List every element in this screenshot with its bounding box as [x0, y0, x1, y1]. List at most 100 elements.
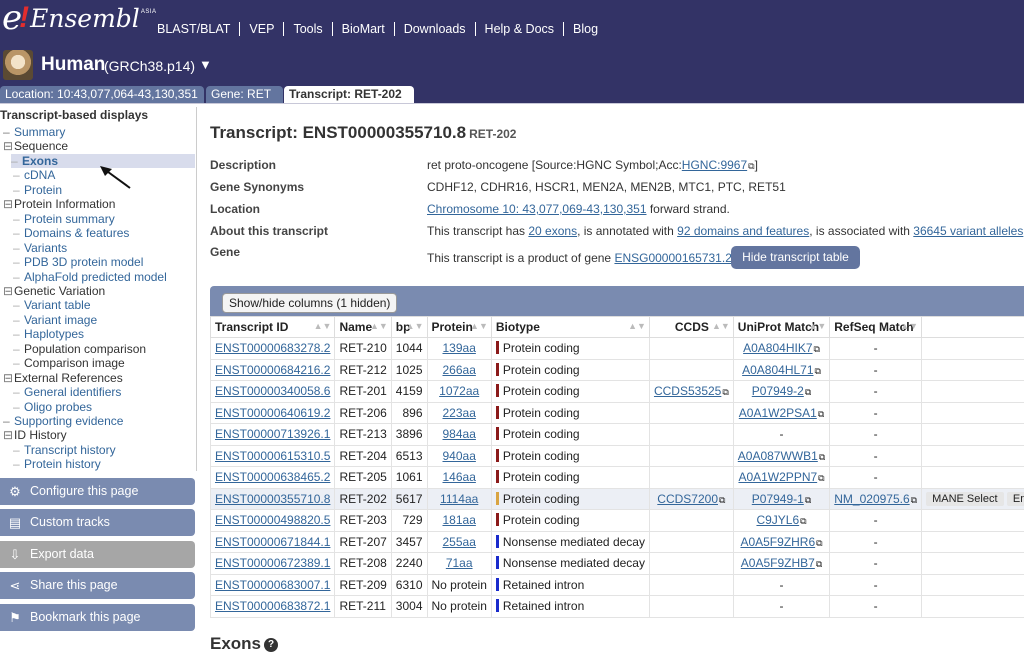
- transcript-id-link[interactable]: ENST00000684216.2: [215, 363, 330, 377]
- sidebar-item-domains-features[interactable]: –Domains & features: [13, 226, 129, 240]
- topnav-downloads[interactable]: Downloads: [394, 22, 475, 36]
- exons-count-link[interactable]: 20 exons: [528, 224, 577, 238]
- tab-location[interactable]: Location: 10:43,077,064-43,130,351: [0, 86, 204, 103]
- uniprot-link[interactable]: P07949-1: [752, 492, 804, 506]
- col-protein[interactable]: Protein▲▼: [427, 317, 491, 338]
- species-name[interactable]: Human: [41, 54, 105, 76]
- transcript-id-link[interactable]: ENST00000615310.5: [215, 449, 330, 463]
- protein-length-link[interactable]: 1114aa: [440, 492, 478, 506]
- custom-tracks-button[interactable]: ▤Custom tracks: [0, 509, 195, 536]
- refseq-empty: -: [874, 556, 878, 570]
- topnav-tools[interactable]: Tools: [283, 22, 331, 36]
- configure-this-page-button[interactable]: ⚙Configure this page: [0, 478, 195, 505]
- uniprot-link[interactable]: A0A087WWB1: [738, 449, 818, 463]
- topnav-help-docs[interactable]: Help & Docs: [475, 22, 563, 36]
- sidebar-item-protein[interactable]: –Protein: [13, 183, 62, 197]
- chromosome-location-link[interactable]: Chromosome 10: 43,077,069-43,130,351: [427, 202, 647, 216]
- transcript-id-link[interactable]: ENST00000683872.1: [215, 599, 330, 613]
- species-assembly[interactable]: (GRCh38.p14): [104, 58, 195, 74]
- sidebar-item-supporting-evidence[interactable]: –Supporting evidence: [3, 414, 123, 428]
- protein-length-link[interactable]: 139aa: [443, 341, 476, 355]
- protein-length-link[interactable]: 146aa: [443, 470, 476, 484]
- sidebar-item-id-history[interactable]: ⊟ID History: [3, 428, 67, 442]
- protein-length-link[interactable]: 266aa: [443, 363, 476, 377]
- transcript-id-link[interactable]: ENST00000683278.2: [215, 341, 330, 355]
- uniprot-link[interactable]: A0A1W2PSA1: [739, 406, 817, 420]
- refseq-link[interactable]: NM_020975.6: [834, 492, 909, 506]
- uniprot-link[interactable]: A0A1W2PPN7: [738, 470, 817, 484]
- uniprot-link[interactable]: A0A804HL71: [742, 363, 813, 377]
- col-uniprot[interactable]: UniProt Match▲▼: [733, 317, 829, 338]
- sidebar-item-protein-history[interactable]: –Protein history: [13, 457, 101, 471]
- sidebar-item-variant-table[interactable]: –Variant table: [13, 298, 91, 312]
- col-transcript-id[interactable]: Transcript ID▲▼: [211, 317, 335, 338]
- uniprot-link[interactable]: P07949-2: [752, 384, 804, 398]
- uniprot-link[interactable]: A0A5F9ZHR6: [740, 535, 815, 549]
- transcript-id-link[interactable]: ENST00000683007.1: [215, 578, 330, 592]
- uniprot-link[interactable]: A0A804HIK7: [743, 341, 812, 355]
- col-biotype[interactable]: Biotype▲▼: [491, 317, 649, 338]
- transcript-id-link[interactable]: ENST00000671844.1: [215, 535, 330, 549]
- sidebar-item-cdna[interactable]: –cDNA: [13, 168, 55, 182]
- sidebar-item-oligo-probes[interactable]: –Oligo probes: [13, 400, 92, 414]
- protein-length-link[interactable]: 223aa: [443, 406, 476, 420]
- share-this-page-button[interactable]: ⋖Share this page: [0, 572, 195, 599]
- col-name[interactable]: Name▲▼: [335, 317, 391, 338]
- transcript-id-link[interactable]: ENST00000640619.2: [215, 406, 330, 420]
- topnav-blast[interactable]: BLAST/BLAT: [148, 22, 239, 36]
- tab-gene[interactable]: Gene: RET: [206, 86, 283, 103]
- refseq-empty: -: [874, 427, 878, 441]
- transcript-id-link[interactable]: ENST00000638465.2: [215, 470, 330, 484]
- transcript-id-link[interactable]: ENST00000498820.5: [215, 513, 330, 527]
- sidebar-item-genetic-variation[interactable]: ⊟Genetic Variation: [3, 284, 105, 298]
- protein-length-link[interactable]: 255aa: [443, 535, 476, 549]
- domains-link[interactable]: 92 domains and features: [677, 224, 809, 238]
- col-ccds[interactable]: CCDS▲▼: [649, 317, 733, 338]
- col-refseq[interactable]: RefSeq Match▲▼: [830, 317, 922, 338]
- sidebar-item-variants[interactable]: –Variants: [13, 241, 67, 255]
- export-data-button[interactable]: ⇩Export data: [0, 541, 195, 568]
- sidebar-item-general-identifiers[interactable]: –General identifiers: [13, 385, 121, 399]
- ccds-link[interactable]: CCDS53525: [654, 384, 721, 398]
- transcript-id-link[interactable]: ENST00000340058.6: [215, 384, 330, 398]
- topnav-vep[interactable]: VEP: [239, 22, 283, 36]
- transcript-id-link[interactable]: ENST00000355710.8: [215, 492, 330, 506]
- col-biotype-label: Biotype: [496, 320, 540, 334]
- topnav-biomart[interactable]: BioMart: [332, 22, 394, 36]
- transcript-id-link[interactable]: ENST00000713926.1: [215, 427, 330, 441]
- ensembl-logo[interactable]: e ! Ensembl ASIA: [2, 0, 157, 40]
- show-hide-columns-button[interactable]: Show/hide columns (1 hidden): [222, 293, 397, 313]
- hide-transcript-table-button[interactable]: Hide transcript table: [731, 246, 860, 269]
- sidebar-item-sequence[interactable]: ⊟Sequence: [3, 139, 68, 153]
- sidebar-item-alphafold-predicted-model[interactable]: –AlphaFold predicted model: [13, 270, 167, 284]
- hgnc-link[interactable]: HGNC:9967: [682, 158, 747, 172]
- sidebar-item-population-comparison[interactable]: –Population comparison: [13, 342, 146, 356]
- sidebar-item-comparison-image[interactable]: –Comparison image: [13, 356, 125, 370]
- sidebar-item-variant-image[interactable]: –Variant image: [13, 313, 97, 327]
- topnav-blog[interactable]: Blog: [563, 22, 607, 36]
- help-icon[interactable]: ?: [264, 638, 278, 652]
- sidebar-item-pdb-3d-protein-model[interactable]: –PDB 3D protein model: [13, 255, 143, 269]
- sidebar-item-haplotypes[interactable]: –Haplotypes: [13, 327, 84, 341]
- gene-id-link[interactable]: ENSG00000165731.22: [614, 251, 738, 265]
- gene-label: Gene: [210, 245, 240, 259]
- uniprot-link[interactable]: C9JYL6: [756, 513, 799, 527]
- tab-transcript[interactable]: Transcript: RET-202: [284, 86, 414, 103]
- ccds-link[interactable]: CCDS7200: [657, 492, 718, 506]
- sidebar-item-protein-information[interactable]: ⊟Protein Information: [3, 197, 115, 211]
- sidebar-item-transcript-history[interactable]: –Transcript history: [13, 443, 116, 457]
- protein-length-link[interactable]: 940aa: [443, 449, 476, 463]
- protein-length-link[interactable]: 1072aa: [439, 384, 479, 398]
- transcript-id-link[interactable]: ENST00000672389.1: [215, 556, 330, 570]
- protein-length-link[interactable]: 71aa: [446, 556, 473, 570]
- bookmark-this-page-button[interactable]: ⚑Bookmark this page: [0, 604, 195, 631]
- col-bp[interactable]: bp▲▼: [391, 317, 427, 338]
- variants-link[interactable]: 36645 variant alleles: [913, 224, 1023, 238]
- sidebar-item-external-references[interactable]: ⊟External References: [3, 371, 123, 385]
- species-dropdown-caret-icon[interactable]: ▼: [199, 57, 212, 72]
- protein-length-link[interactable]: 984aa: [443, 427, 476, 441]
- sidebar-item-summary[interactable]: –Summary: [3, 125, 65, 139]
- sidebar-item-protein-summary[interactable]: –Protein summary: [13, 212, 115, 226]
- protein-length-link[interactable]: 181aa: [443, 513, 476, 527]
- uniprot-link[interactable]: A0A5F9ZHB7: [741, 556, 815, 570]
